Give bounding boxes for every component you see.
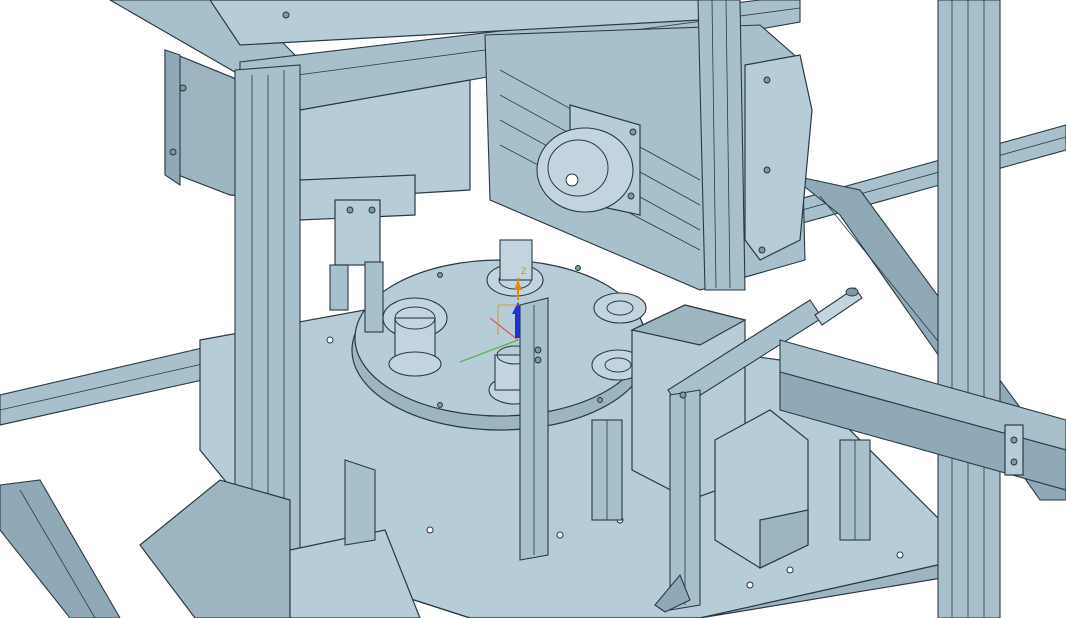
frame-column-center bbox=[697, 0, 746, 291]
pneumatic-cylinder bbox=[814, 287, 863, 326]
guide-rail bbox=[519, 297, 549, 561]
frame-column-right bbox=[937, 0, 1001, 618]
bracket-housing bbox=[714, 409, 809, 569]
linear-actuator-housing bbox=[484, 24, 813, 291]
z-axis-label: Z bbox=[521, 266, 527, 276]
workpiece-nest-3 bbox=[593, 292, 647, 324]
cad-viewport[interactable]: Z bbox=[0, 0, 1066, 618]
